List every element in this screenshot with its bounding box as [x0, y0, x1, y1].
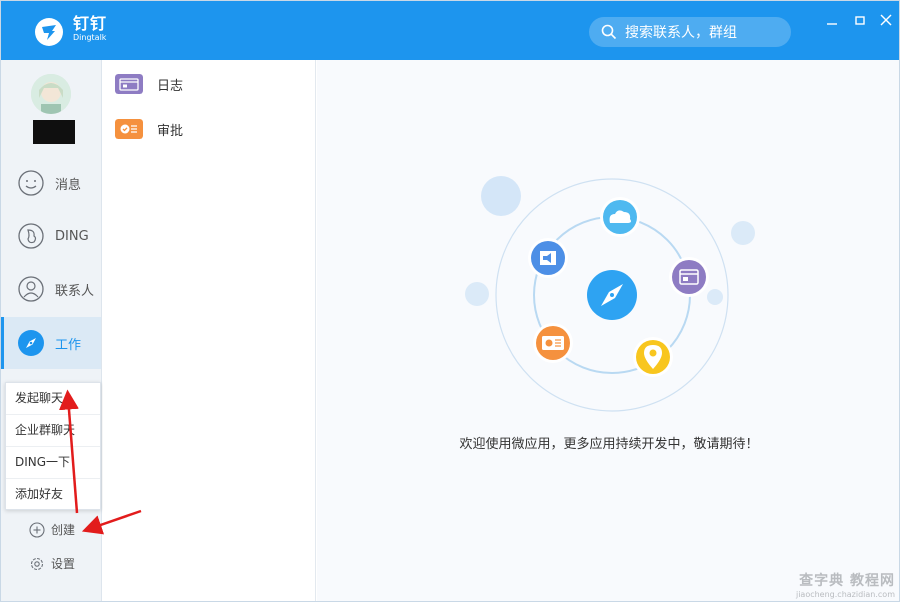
nav-item-work[interactable]: 工作	[1, 317, 101, 369]
menu-item-ding[interactable]: DING一下	[6, 447, 100, 479]
avatar[interactable]	[31, 74, 71, 114]
nav-label-contacts: 联系人	[55, 283, 95, 299]
compass-icon	[18, 330, 44, 356]
compass-center-icon	[587, 270, 637, 320]
left-nav: 消息 DING 联系人 工作 创建 设置	[1, 60, 102, 601]
settings-label: 设置	[51, 557, 76, 571]
brand-subtitle: Dingtalk	[73, 33, 107, 42]
contact-icon	[18, 276, 44, 302]
welcome-message: 欢迎使用微应用，更多应用持续开发中，敬请期待！	[459, 437, 759, 452]
log-icon	[115, 74, 143, 94]
nav-item-messages[interactable]: 消息	[1, 157, 101, 209]
close-icon[interactable]	[879, 13, 893, 27]
nav-label-work: 工作	[55, 337, 82, 353]
dingtalk-logo-icon	[35, 18, 63, 46]
ding-icon	[18, 223, 44, 249]
app-label-log: 日志	[157, 78, 184, 94]
cloud-icon	[600, 197, 640, 237]
gear-icon	[30, 557, 44, 570]
watermark-title: 查字典 教程网	[799, 573, 895, 589]
plus-circle-icon	[29, 521, 45, 538]
search-input[interactable]: 搜索联系人，群组	[589, 17, 791, 47]
approval-circle-icon	[533, 323, 573, 363]
minimize-icon[interactable]	[825, 13, 839, 27]
user-name-redacted	[33, 120, 75, 144]
nav-label-messages: 消息	[55, 177, 82, 193]
app-label-approval: 审批	[157, 123, 184, 139]
brand: 钉钉 Dingtalk	[73, 15, 107, 43]
microapp-illustration	[465, 176, 755, 412]
nav-label-ding: DING	[55, 228, 89, 244]
location-icon	[633, 337, 673, 377]
maximize-icon[interactable]	[853, 13, 867, 27]
create-popup-menu: 发起聊天 企业群聊天 DING一下 添加好友	[5, 382, 101, 510]
nav-item-ding[interactable]: DING	[1, 210, 101, 262]
app-list: 日志 审批	[103, 60, 316, 601]
nav-item-contacts[interactable]: 联系人	[1, 263, 101, 315]
app-item-log[interactable]: 日志	[115, 74, 183, 94]
search-placeholder: 搜索联系人，群组	[625, 25, 737, 41]
watermark: 查字典 教程网 jiaocheng.chazidian.com	[796, 570, 895, 599]
watermark-url: jiaocheng.chazidian.com	[795, 590, 895, 599]
search-icon	[601, 24, 617, 40]
calendar-icon	[669, 257, 709, 297]
menu-item-start-chat[interactable]: 发起聊天	[6, 383, 100, 415]
create-label: 创建	[51, 523, 76, 537]
smile-icon	[18, 170, 44, 196]
title-bar: 钉钉 Dingtalk 搜索联系人，群组	[1, 1, 899, 60]
settings-button[interactable]: 设置	[29, 555, 75, 572]
app-item-approval[interactable]: 审批	[115, 119, 183, 139]
approval-icon	[115, 119, 143, 139]
dingtalk-window: 钉钉 Dingtalk 搜索联系人，群组 消息 DING 联系人 工作 创建 设…	[0, 0, 900, 602]
main-panel: 欢迎使用微应用，更多应用持续开发中，敬请期待！ 查字典 教程网 jiaochen…	[317, 60, 899, 601]
create-button[interactable]: 创建	[29, 521, 75, 538]
brand-name: 钉钉	[73, 14, 108, 33]
menu-item-enterprise-group-chat[interactable]: 企业群聊天	[6, 415, 100, 447]
menu-item-add-friend[interactable]: 添加好友	[6, 479, 100, 511]
megaphone-icon	[528, 238, 568, 278]
